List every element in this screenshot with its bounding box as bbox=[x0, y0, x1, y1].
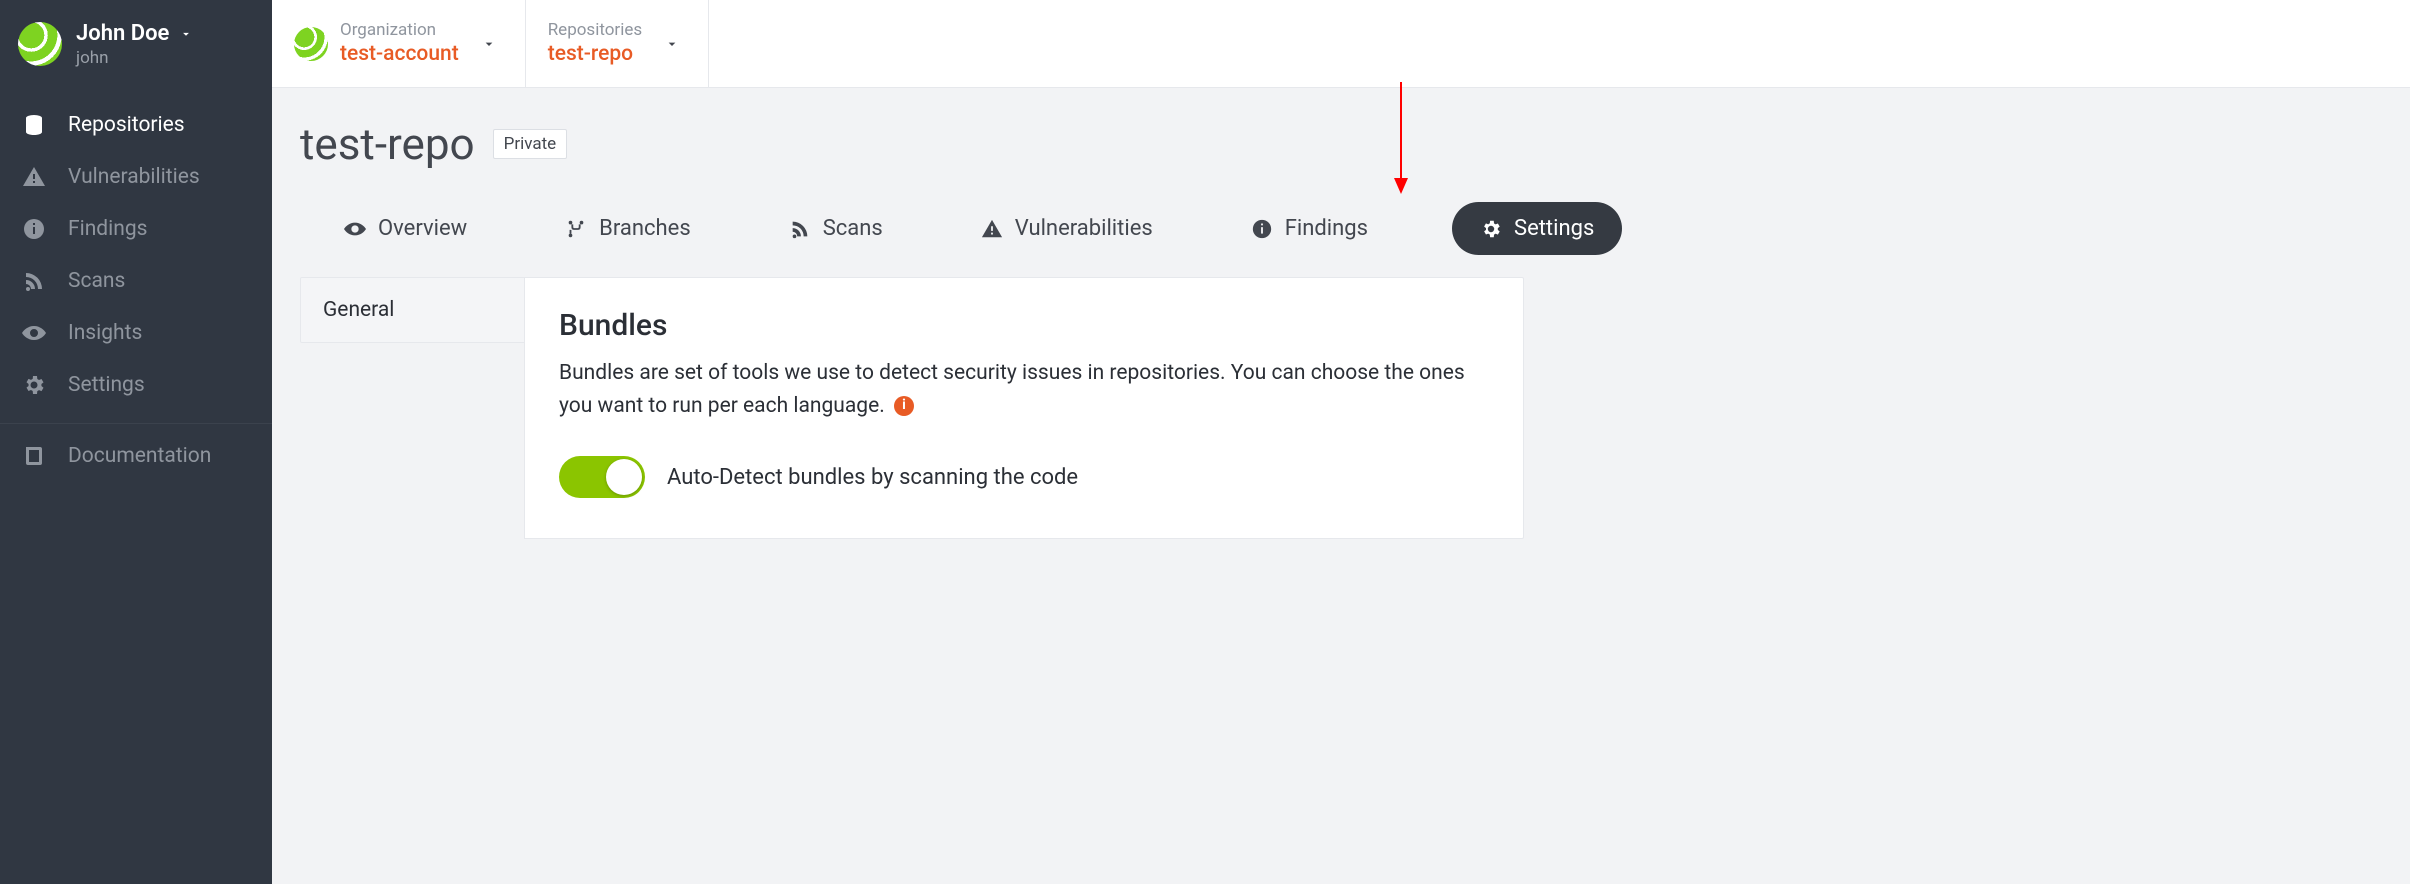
auto-detect-row: Auto-Detect bundles by scanning the code bbox=[559, 456, 1489, 498]
eye-icon bbox=[344, 218, 366, 240]
sidebar-item-vulnerabilities[interactable]: Vulnerabilities bbox=[0, 151, 272, 203]
sidebar-item-scans[interactable]: Scans bbox=[0, 255, 272, 307]
chevron-down-icon bbox=[481, 36, 497, 52]
breadcrumb: Organization test-account Repositories t… bbox=[272, 0, 2410, 88]
sidebar-item-documentation[interactable]: Documentation bbox=[0, 430, 272, 482]
tab-findings[interactable]: Findings bbox=[1237, 206, 1382, 251]
user-menu[interactable]: John Doe john bbox=[0, 0, 272, 93]
breadcrumb-repository[interactable]: Repositories test-repo bbox=[526, 0, 709, 87]
sidebar-item-label: Vulnerabilities bbox=[68, 165, 200, 189]
visibility-badge: Private bbox=[493, 129, 568, 159]
sidebar-item-insights[interactable]: Insights bbox=[0, 307, 272, 359]
tab-branches[interactable]: Branches bbox=[551, 206, 705, 251]
tab-scans[interactable]: Scans bbox=[775, 206, 897, 251]
org-avatar bbox=[294, 27, 328, 61]
repo-title-row: test-repo Private bbox=[300, 118, 2410, 170]
branch-icon bbox=[565, 218, 587, 240]
sidebar-item-settings[interactable]: Settings bbox=[0, 359, 272, 411]
user-handle: john bbox=[76, 48, 250, 69]
sidebar-item-findings[interactable]: Findings bbox=[0, 203, 272, 255]
tab-label: Overview bbox=[378, 216, 467, 241]
bundles-title: Bundles bbox=[559, 308, 1489, 343]
breadcrumb-organization[interactable]: Organization test-account bbox=[272, 0, 526, 87]
chevron-down-icon bbox=[179, 27, 193, 41]
auto-detect-toggle[interactable] bbox=[559, 456, 645, 498]
warning-icon bbox=[22, 165, 46, 189]
settings-area: General Bundles Bundles are set of tools… bbox=[300, 277, 2410, 539]
sidebar-nav: Repositories Vulnerabilities Findings Sc… bbox=[0, 93, 272, 488]
rss-icon bbox=[22, 269, 46, 293]
main: Organization test-account Repositories t… bbox=[272, 0, 2410, 884]
sidebar-item-label: Repositories bbox=[68, 113, 185, 137]
crumb-label: Repositories bbox=[548, 20, 642, 41]
book-icon bbox=[22, 444, 46, 468]
crumb-label: Organization bbox=[340, 20, 459, 41]
toggle-knob bbox=[606, 459, 642, 495]
bundles-description-text: Bundles are set of tools we use to detec… bbox=[559, 361, 1465, 418]
sidebar-item-label: Findings bbox=[68, 217, 148, 241]
user-text: John Doe john bbox=[76, 20, 250, 69]
info-icon bbox=[1251, 218, 1273, 240]
tab-label: Scans bbox=[823, 216, 883, 241]
crumb-value: test-repo bbox=[548, 41, 642, 67]
tab-settings[interactable]: Settings bbox=[1452, 202, 1622, 255]
page: test-repo Private Overview Branches Scan… bbox=[272, 88, 2410, 884]
settings-content: Bundles Bundles are set of tools we use … bbox=[524, 277, 1524, 539]
info-icon[interactable]: i bbox=[894, 396, 914, 416]
crumb-value: test-account bbox=[340, 41, 459, 67]
database-icon bbox=[22, 113, 46, 137]
auto-detect-label: Auto-Detect bundles by scanning the code bbox=[667, 465, 1078, 490]
warning-icon bbox=[981, 218, 1003, 240]
info-icon bbox=[22, 217, 46, 241]
sidebar-item-label: Settings bbox=[68, 373, 145, 397]
gear-icon bbox=[1480, 218, 1502, 240]
sidebar-item-repositories[interactable]: Repositories bbox=[0, 99, 272, 151]
tab-label: Settings bbox=[1514, 216, 1594, 241]
tab-vulnerabilities[interactable]: Vulnerabilities bbox=[967, 206, 1167, 251]
gear-icon bbox=[22, 373, 46, 397]
settings-side-item-general[interactable]: General bbox=[301, 278, 524, 342]
repo-tabs: Overview Branches Scans Vulnerabilities … bbox=[300, 192, 2410, 277]
eye-icon bbox=[22, 321, 46, 345]
repo-title: test-repo bbox=[300, 118, 475, 170]
avatar bbox=[18, 22, 62, 66]
tab-label: Branches bbox=[599, 216, 691, 241]
tab-label: Findings bbox=[1285, 216, 1368, 241]
tab-label: Vulnerabilities bbox=[1015, 216, 1153, 241]
sidebar: John Doe john Repositories Vulnerabiliti… bbox=[0, 0, 272, 884]
sidebar-separator bbox=[0, 423, 272, 424]
annotation-arrow bbox=[1386, 82, 1416, 202]
sidebar-item-label: Documentation bbox=[68, 444, 211, 468]
tab-overview[interactable]: Overview bbox=[330, 206, 481, 251]
sidebar-item-label: Scans bbox=[68, 269, 125, 293]
settings-side-nav: General bbox=[300, 277, 524, 343]
bundles-description: Bundles are set of tools we use to detec… bbox=[559, 357, 1489, 422]
chevron-down-icon bbox=[664, 36, 680, 52]
sidebar-item-label: Insights bbox=[68, 321, 142, 345]
user-name: John Doe bbox=[76, 20, 169, 48]
rss-icon bbox=[789, 218, 811, 240]
